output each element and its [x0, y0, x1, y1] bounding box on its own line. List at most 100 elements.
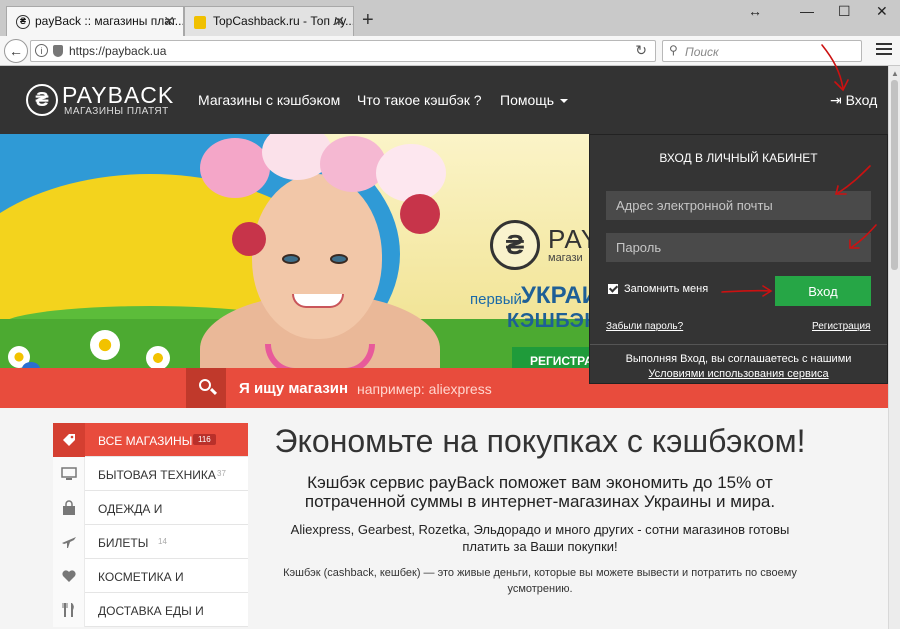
promo-country: УКРАИ [521, 282, 600, 309]
site-header: ₴ PAYBACK МАГАЗИНЫ ПЛАТЯТ Магазины с кэш… [0, 66, 888, 134]
login-panel-title: ВХОД В ЛИЧНЫЙ КАБИНЕТ [659, 151, 818, 165]
store-search-input[interactable]: например: aliexpress [357, 381, 492, 397]
email-field[interactable] [606, 191, 871, 220]
category-clothing[interactable]: ОДЕЖДА И [53, 491, 248, 525]
daisy-decoration [90, 330, 120, 360]
tag-icon [63, 434, 75, 446]
login-submit-button[interactable]: Вход [775, 276, 871, 306]
category-label: ОДЕЖДА И [98, 502, 163, 516]
promo-logo-icon: ₴ [490, 220, 540, 270]
reload-icon[interactable]: ↻ [635, 42, 647, 59]
terms-text: Выполняя Вход, вы соглашаетесь с нашими [625, 353, 852, 365]
resize-icon: ↔ [748, 3, 762, 19]
category-count-badge: 116 [193, 434, 216, 445]
category-icon-cell [53, 559, 85, 593]
nav-link-help-label: Помощь [500, 92, 555, 108]
cutlery-icon [62, 603, 74, 617]
info-icon[interactable]: i [35, 44, 48, 57]
daisy-decoration [146, 346, 170, 368]
bag-icon [63, 500, 75, 515]
main-content: Экономьте на покупках с кэшбэком! Кэшбэк… [270, 421, 810, 597]
login-panel: ВХОД В ЛИЧНЫЙ КАБИНЕТ Запомнить меня Вхо… [589, 134, 888, 384]
tab-title: payBack :: магазины плат... [35, 14, 184, 28]
flower-decoration [320, 136, 386, 192]
heart-icon [62, 570, 76, 582]
scrollbar-thumb[interactable] [891, 80, 898, 270]
browser-toolbar: ← i https://payback.ua ↻ ⚲ Поиск [0, 36, 900, 66]
category-icon-cell [53, 593, 85, 627]
hero-model-eye [330, 254, 348, 264]
category-list: ВСЕ МАГАЗИНЫ 116 БЫТОВАЯ ТЕХНИКА 37 ОДЕЖ… [53, 423, 248, 627]
page-title: Экономьте на покупках с кэшбэком! [274, 423, 806, 459]
shield-icon[interactable] [53, 45, 63, 57]
flower-decoration [232, 222, 266, 256]
lead-text: Кэшбэк сервис payBack поможет вам эконом… [304, 473, 776, 511]
cashback-note: Кэшбэк (cashback, кешбек) — это живые де… [283, 567, 797, 595]
hero-model-face [252, 174, 382, 339]
category-icon-cell [53, 491, 85, 525]
minimize-icon[interactable]: — [800, 3, 814, 19]
category-count: 37 [217, 469, 226, 478]
category-food-delivery[interactable]: ДОСТАВКА ЕДЫ И [53, 593, 248, 627]
password-field[interactable] [606, 233, 871, 262]
tab-close-icon[interactable]: ✕ [163, 13, 175, 30]
flower-decoration [400, 194, 440, 234]
search-icon[interactable] [186, 368, 226, 408]
promo-subtitle: магази [548, 252, 583, 264]
scroll-up-icon[interactable]: ▲ [891, 69, 899, 78]
forgot-password-link[interactable]: Забыли пароль? [606, 321, 683, 332]
payback-logo-icon[interactable]: ₴ [26, 84, 58, 116]
header-login-label: Вход [845, 92, 878, 108]
tab-close-icon[interactable]: ✕ [333, 13, 345, 30]
header-login-link[interactable]: ⇥ Вход [830, 92, 877, 109]
remember-me-checkbox[interactable]: Запомнить меня [608, 283, 708, 295]
remember-me-label: Запомнить меня [624, 283, 709, 295]
terms-link[interactable]: Условиями использования сервиса [590, 368, 887, 380]
plane-icon [62, 537, 76, 548]
caret-down-icon [560, 99, 569, 104]
category-appliances[interactable]: БЫТОВАЯ ТЕХНИКА 37 [53, 457, 248, 491]
checkbox-check-icon[interactable] [608, 284, 618, 295]
maximize-icon[interactable]: ☐ [838, 3, 851, 20]
category-label: БЫТОВАЯ ТЕХНИКА [98, 468, 216, 482]
browser-search-placeholder: Поиск [685, 45, 719, 59]
sign-in-icon: ⇥ [830, 92, 842, 108]
category-cosmetics[interactable]: КОСМЕТИКА И [53, 559, 248, 593]
category-label: ВСЕ МАГАЗИНЫ [98, 434, 193, 448]
hero-model-smile [292, 294, 344, 308]
logo-subtitle: МАГАЗИНЫ ПЛАТЯТ [64, 106, 169, 117]
nav-link-stores[interactable]: Магазины с кэшбэком [198, 92, 340, 108]
new-tab-icon[interactable]: + [362, 9, 374, 32]
category-count: 14 [158, 537, 167, 546]
category-label: ДОСТАВКА ЕДЫ И [98, 604, 204, 618]
login-divider [590, 344, 887, 345]
category-all-stores[interactable]: ВСЕ МАГАЗИНЫ 116 [53, 423, 248, 457]
page-scrollbar[interactable]: ▲ [888, 66, 900, 629]
nav-link-what-is-cashback[interactable]: Что такое кэшбэк ? [357, 92, 482, 108]
store-search-label: Я ищу магазин [239, 380, 349, 397]
address-url[interactable]: https://payback.ua [69, 44, 166, 58]
category-icon-cell [53, 525, 85, 559]
category-tickets[interactable]: БИЛЕТЫ 14 [53, 525, 248, 559]
flower-decoration [200, 138, 270, 198]
hero-model-eye [282, 254, 300, 264]
address-bar[interactable]: i https://payback.ua ↻ [30, 40, 656, 62]
close-window-icon[interactable]: ✕ [876, 3, 888, 20]
browser-search-field[interactable]: ⚲ Поиск [662, 40, 862, 62]
menu-icon[interactable] [876, 43, 892, 58]
category-label: КОСМЕТИКА И [98, 570, 184, 584]
monitor-icon [61, 467, 77, 480]
category-icon-cell [53, 423, 85, 457]
browser-tab-topcashback[interactable]: TopCashback.ru - Топ лу... ✕ [184, 6, 354, 36]
payback-favicon-icon: ₴ [16, 15, 30, 29]
category-icon-cell [53, 457, 85, 491]
register-link[interactable]: Регистрация [812, 321, 870, 332]
search-icon: ⚲ [669, 43, 678, 57]
browser-tab-payback[interactable]: ₴ payBack :: магазины плат... ✕ [6, 6, 184, 36]
lock-favicon-icon [194, 16, 206, 29]
browser-tab-bar: ₴ payBack :: магазины плат... ✕ TopCashb… [0, 0, 900, 36]
nav-link-help[interactable]: Помощь [500, 92, 569, 108]
back-arrow-icon[interactable]: ← [4, 39, 28, 63]
flower-decoration [376, 144, 446, 202]
logo-title[interactable]: PAYBACK [62, 82, 174, 109]
